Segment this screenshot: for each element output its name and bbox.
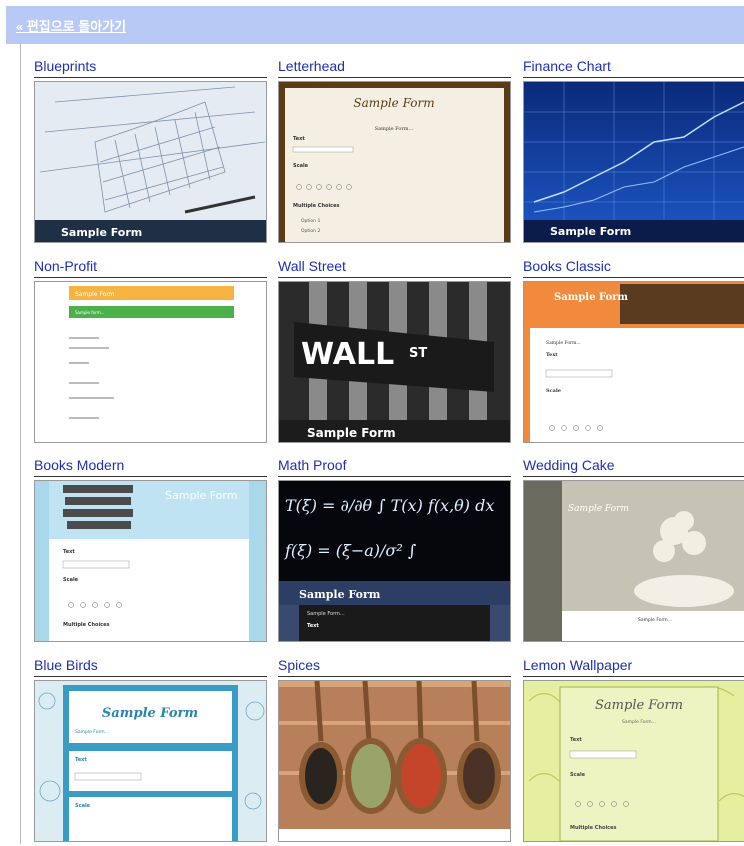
theme-title[interactable]: Lemon Wallpaper — [523, 656, 744, 677]
theme-preview[interactable]: T(ξ) = ∂/∂θ ∫ T(x) f(x,θ) dx f(ξ) = (ξ−a… — [278, 480, 511, 642]
blueprints-preview-art: Sample Form — [35, 82, 266, 242]
theme-caption: Sample Form — [61, 226, 142, 239]
theme-tile-non-profit[interactable]: Non-Profit Sample Form Sample form... — [34, 257, 267, 447]
theme-preview[interactable]: Sample Form Sample Form... — [523, 480, 744, 642]
theme-tile-wedding-cake[interactable]: Wedding Cake Sample Form Sample Form... — [523, 456, 744, 646]
theme-title[interactable]: Books Modern — [34, 456, 267, 477]
theme-title[interactable]: Finance Chart — [523, 57, 744, 78]
lemonwallpaper-preview-art: Sample Form Sample Form... Text Scale Mu… — [524, 681, 744, 841]
finance-preview-art: Sample Form — [524, 82, 744, 242]
field-text-label: Text — [63, 549, 75, 555]
theme-title[interactable]: Books Classic — [523, 257, 744, 278]
theme-tile-lemon-wallpaper[interactable]: Lemon Wallpaper Sample Form Sample Form.… — [523, 656, 744, 846]
option-2: Option 2 — [301, 228, 320, 234]
theme-grid: Blueprints Sample Form Letterhead Sample… — [0, 0, 744, 844]
theme-tile-letterhead[interactable]: Letterhead Sample Form Sample Form... Te… — [278, 57, 511, 247]
sub-text: Sample Form... — [307, 611, 345, 617]
theme-preview[interactable]: Sample Form Sample Form... Text Scale — [523, 281, 744, 443]
field-multiple-label: Multiple Choices — [63, 622, 110, 628]
sub-text: Sample Form... — [546, 340, 581, 346]
theme-preview[interactable]: Sample Form Sample Form... Text Scale Mu… — [278, 81, 511, 243]
theme-preview[interactable]: Sample Form Sample Form... Text Scale Mu… — [523, 680, 744, 842]
mathproof-preview-art: T(ξ) = ∂/∂θ ∫ T(x) f(x,θ) dx f(ξ) = (ξ−a… — [279, 481, 510, 641]
theme-title[interactable]: Non-Profit — [34, 257, 267, 278]
sign-sup: ST — [409, 346, 427, 361]
field-scale-label: Scale — [75, 803, 91, 809]
theme-preview[interactable]: Sample Form Sample Form... Text Scale — [34, 680, 267, 842]
option-1: Option 1 — [301, 218, 320, 224]
theme-preview[interactable]: Sample Form Sample form... — [34, 281, 267, 443]
header-text: Sample Form — [568, 504, 629, 514]
svg-text:T(ξ) = ∂/∂θ ∫ T(x) f(x,θ) dx: T(ξ) = ∂/∂θ ∫ T(x) f(x,θ) dx — [285, 496, 494, 515]
booksmodern-preview-art: Sample Form Text Scale Multiple Choices — [35, 481, 266, 641]
wallstreet-preview-art: WALL ST Sample Form — [279, 282, 510, 442]
header-text: Sample Form — [165, 489, 237, 502]
letterhead-preview-art: Sample Form Sample Form... Text Scale Mu… — [279, 82, 510, 242]
form-subtitle: Sample Form... — [375, 126, 414, 132]
header-text: Sample Form — [554, 292, 628, 303]
field-multiple-label: Multiple Choices — [293, 203, 340, 209]
theme-title[interactable]: Math Proof — [278, 456, 511, 477]
theme-title[interactable]: Wall Street — [278, 257, 511, 278]
field-text-label: Text — [546, 352, 558, 358]
theme-preview[interactable]: Sample Form Text Scale Multiple Choices — [34, 480, 267, 642]
theme-caption: Sample Form — [299, 588, 381, 601]
theme-tile-books-classic[interactable]: Books Classic Sample Form Sample Form...… — [523, 257, 744, 447]
theme-tile-blueprints[interactable]: Blueprints Sample Form — [34, 57, 267, 247]
nonprofit-preview-art: Sample Form Sample form... — [35, 282, 266, 442]
theme-tile-finance-chart[interactable]: Finance Chart Sample Form — [523, 57, 744, 247]
field-scale-label: Scale — [570, 772, 586, 778]
theme-title[interactable]: Blueprints — [34, 57, 267, 78]
form-title: Sample Form — [353, 96, 434, 110]
theme-tile-math-proof[interactable]: Math Proof T(ξ) = ∂/∂θ ∫ T(x) f(x,θ) dx … — [278, 456, 511, 646]
theme-tile-wall-street[interactable]: Wall Street WALL ST Sample Form — [278, 257, 511, 447]
theme-caption: Sample Form — [307, 426, 396, 440]
field-text-label: Text — [293, 136, 305, 142]
theme-title[interactable]: Spices — [278, 656, 511, 677]
theme-title[interactable]: Wedding Cake — [523, 456, 744, 477]
theme-preview[interactable]: Sample Form — [523, 81, 744, 243]
field-text-label: Text — [570, 737, 582, 743]
sub-text: Sample Form... — [638, 617, 672, 623]
header-text: Sample Form — [102, 706, 198, 721]
theme-tile-spices[interactable]: Spices — [278, 656, 511, 846]
weddingcake-preview-art: Sample Form Sample Form... — [524, 481, 744, 641]
theme-title[interactable]: Blue Birds — [34, 656, 267, 677]
sub-text: Sample Form... — [622, 719, 656, 725]
sub-text: Sample Form... — [75, 729, 109, 735]
theme-tile-blue-birds[interactable]: Blue Birds Sample Form Sample Form... Te… — [34, 656, 267, 846]
theme-title[interactable]: Letterhead — [278, 57, 511, 78]
header-text: Sample Form — [595, 698, 683, 713]
field-scale-label: Scale — [293, 163, 309, 169]
sign-text: WALL — [301, 337, 394, 372]
theme-preview[interactable]: WALL ST Sample Form — [278, 281, 511, 443]
field-multiple-label: Multiple Choices — [570, 825, 617, 831]
field-scale-label: Scale — [546, 388, 561, 394]
bluebirds-preview-art: Sample Form Sample Form... Text Scale — [35, 681, 266, 841]
field-text-label: Text — [307, 623, 319, 629]
theme-tile-books-modern[interactable]: Books Modern Sample Form Text Scale Mult… — [34, 456, 267, 646]
header-text: Sample Form — [75, 291, 115, 298]
spices-preview-art — [279, 681, 510, 841]
svg-text:f(ξ) = (ξ−a)/σ² ∫: f(ξ) = (ξ−a)/σ² ∫ — [284, 541, 416, 560]
field-text-label: Text — [75, 757, 87, 763]
theme-caption: Sample Form — [550, 225, 631, 238]
theme-preview[interactable]: Sample Form — [34, 81, 267, 243]
field-scale-label: Scale — [63, 577, 79, 583]
sub-text: Sample form... — [75, 310, 104, 315]
theme-preview[interactable] — [278, 680, 511, 842]
booksclassic-preview-art: Sample Form Sample Form... Text Scale — [524, 282, 744, 442]
